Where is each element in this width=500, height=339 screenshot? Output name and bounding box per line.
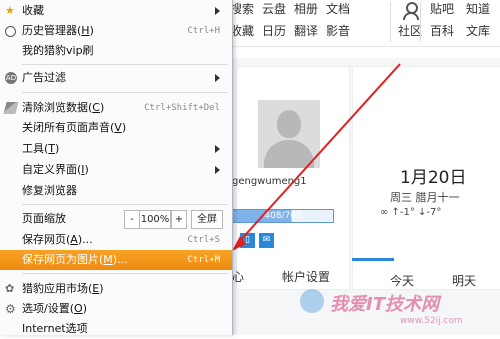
menu-item-internet-options[interactable]: Internet选项 xyxy=(0,319,232,339)
menu-separator xyxy=(22,64,228,65)
menu-item-app-market[interactable]: ✿ 猎豹应用市场(E) xyxy=(0,279,232,299)
submenu-arrow-icon xyxy=(215,74,220,82)
menu-item-favorites[interactable]: ★ 收藏 xyxy=(0,1,232,21)
menu-item-options[interactable]: ⚙ 选项/设置(O) xyxy=(0,299,232,319)
menu-item-save-page[interactable]: 保存网页(A)... Ctrl+S xyxy=(0,230,232,250)
menu-separator xyxy=(22,92,228,93)
broom-icon xyxy=(3,102,19,114)
browser-main-menu: ★ 收藏 历史管理器(H) Ctrl+H 我的猎豹vip刷 AD 广告过滤 清除… xyxy=(0,0,233,335)
menu-separator xyxy=(22,204,228,205)
menu-separator xyxy=(22,273,228,274)
menu-item-history[interactable]: 历史管理器(H) Ctrl+H xyxy=(0,21,232,41)
gear-icon: ⚙ xyxy=(5,302,16,316)
submenu-arrow-icon xyxy=(215,145,220,153)
submenu-arrow-icon xyxy=(215,166,220,174)
menu-item-adblock[interactable]: AD 广告过滤 xyxy=(0,68,232,88)
menu-item-mute-all[interactable]: 关闭所有页面声音(V) xyxy=(0,118,232,138)
menu-item-save-as-image[interactable]: 保存网页为图片(M)... Ctrl+M xyxy=(0,250,232,270)
menu-item-custom-ui[interactable]: 自定义界面(I) xyxy=(0,160,232,180)
clock-icon xyxy=(5,26,16,37)
menu-item-repair[interactable]: 修复浏览器 xyxy=(0,181,232,201)
zoom-level: 100% xyxy=(140,210,171,229)
ad-block-icon: AD xyxy=(5,72,17,84)
fullscreen-button[interactable]: 全屏 xyxy=(191,210,223,229)
menu-item-clear-data[interactable]: 清除浏览数据(C) Ctrl+Shift+Del xyxy=(0,98,232,118)
menu-item-my-liebao[interactable]: 我的猎豹vip刷 xyxy=(0,41,232,61)
menu-item-tools[interactable]: 工具(T) xyxy=(0,139,232,159)
zoom-out-button[interactable]: - xyxy=(124,210,140,229)
paw-icon: ✿ xyxy=(5,282,15,295)
zoom-in-button[interactable]: + xyxy=(171,210,187,229)
submenu-arrow-icon xyxy=(215,7,220,15)
star-icon: ★ xyxy=(5,4,15,17)
